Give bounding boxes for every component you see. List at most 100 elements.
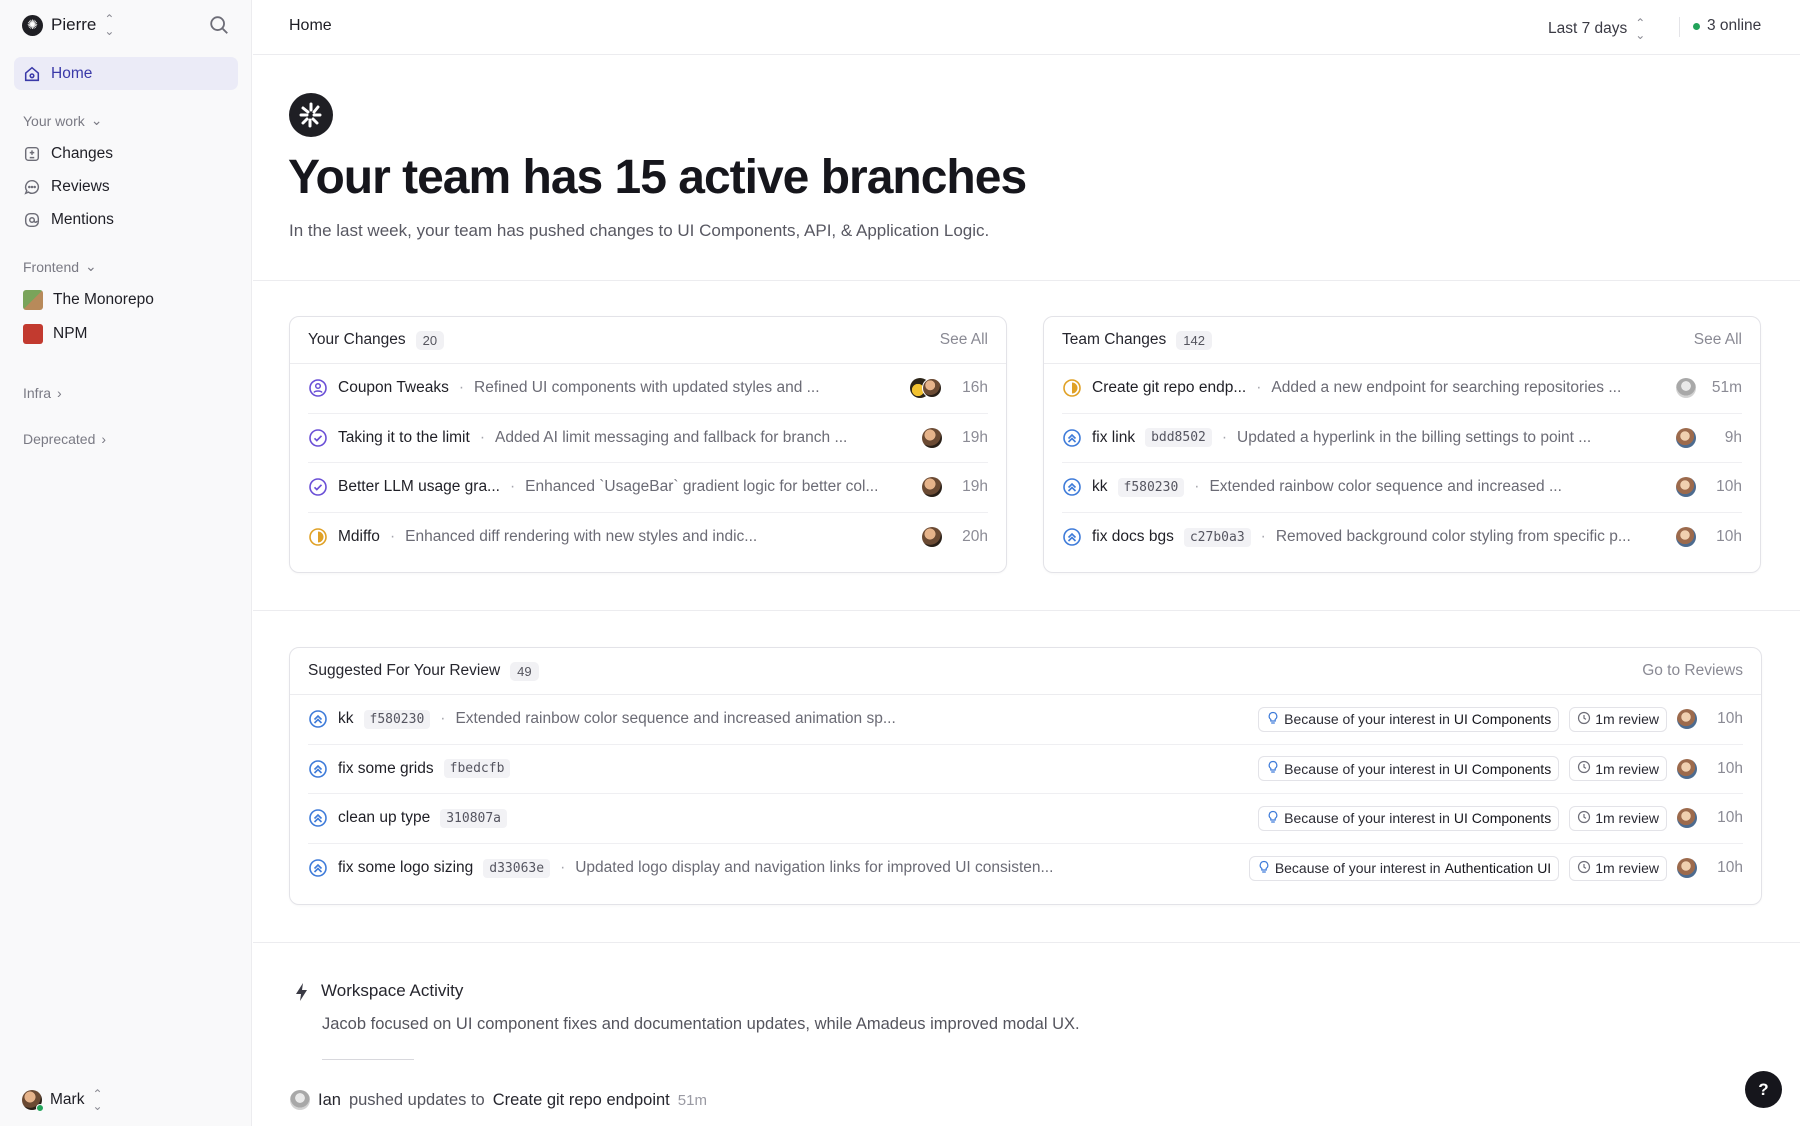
separator-dot-icon: · (479, 428, 485, 446)
chevron-updown-icon: ⌃ ⌄ (1635, 16, 1646, 42)
sidebar-item-mentions[interactable]: Mentions (14, 203, 238, 236)
section-deprecated[interactable]: Deprecated › (23, 431, 106, 447)
breadcrumb: Home (289, 17, 332, 34)
change-row[interactable]: Coupon Tweaks · Refined UI components with… (308, 364, 988, 414)
chevron-right-icon: › (57, 385, 62, 401)
avatar (1677, 758, 1697, 779)
merge-icon (308, 808, 328, 828)
clock-icon (1577, 711, 1591, 728)
interest-tag: Because of your interest in UI Components (1258, 756, 1560, 782)
search-icon[interactable] (208, 14, 230, 36)
user-name: Mark (50, 1091, 85, 1108)
date-range-select[interactable]: Last 7 days ⌃ ⌄ (1548, 17, 1645, 41)
avatar-group (922, 527, 942, 548)
suggested-review-card: Suggested For Your Review 49 Go to Revie… (289, 647, 1762, 905)
lightbulb-icon (1257, 860, 1271, 877)
team-logo-icon (299, 102, 322, 128)
avatar (922, 477, 942, 498)
change-row[interactable]: Taking it to the limit · Added AI limit me… (308, 414, 988, 463)
change-title: fix link (1092, 428, 1136, 446)
change-title: Better LLM usage gra... (338, 478, 500, 496)
avatar (290, 1090, 310, 1110)
section-your-work[interactable]: Your work ⌄ (23, 112, 102, 129)
check-circle-icon (308, 428, 328, 448)
see-all-link[interactable]: See All (940, 331, 988, 349)
activity-event[interactable]: Ian pushed updates to Create git repo en… (290, 1090, 707, 1110)
change-row[interactable]: Better LLM usage gra... · Enhanced `UsageB… (308, 463, 988, 513)
review-row[interactable]: kk f580230 · Extended rainbow color sequenc… (308, 695, 1743, 745)
main-content: Home Last 7 days ⌃ ⌄ 3 online Your team h… (253, 0, 1800, 1126)
change-description: Updated a hyperlink in the billing setti… (1237, 428, 1592, 446)
change-title: fix docs bgs (1092, 528, 1174, 546)
commit-sha: f580230 (1117, 477, 1185, 497)
change-age: 19h (962, 428, 988, 446)
online-count: 3 online (1707, 17, 1762, 34)
see-all-link[interactable]: See All (1694, 331, 1742, 349)
change-title: Taking it to the limit (338, 428, 470, 446)
workspace-logo-icon: ✺ (22, 14, 43, 36)
separator-dot-icon: · (560, 859, 566, 877)
sidebar-item-label: Reviews (51, 177, 110, 195)
activity-title: Workspace Activity (321, 981, 464, 1000)
change-title: fix some logo sizing (338, 859, 474, 877)
sidebar-item-npm[interactable]: NPM (14, 317, 238, 350)
interest-topic: UI Components (1453, 711, 1552, 728)
chevron-updown-icon: ⌃ ⌄ (104, 12, 115, 38)
section-infra[interactable]: Infra › (23, 385, 62, 401)
change-description: Enhanced `UsageBar` gradient logic for b… (525, 478, 879, 496)
top-bar: Home Last 7 days ⌃ ⌄ 3 online (253, 0, 1800, 55)
review-row[interactable]: clean up type 310807a Because of your inte… (308, 794, 1743, 844)
sidebar-item-monorepo[interactable]: The Monorepo (14, 283, 238, 316)
page-subtitle: In the last week, your team has pushed c… (289, 221, 990, 240)
sidebar-item-label: Mentions (51, 210, 114, 228)
change-description: Refined UI components with updated style… (474, 379, 820, 397)
interest-tag: Because of your interest in UI Components (1258, 805, 1560, 831)
change-age: 19h (962, 478, 988, 496)
avatar (22, 1090, 44, 1112)
change-age: 10h (1717, 759, 1743, 777)
change-row[interactable]: fix link bdd8502 · Updated a hyperlink in t… (1062, 414, 1742, 463)
section-label: Infra (23, 385, 52, 401)
user-menu[interactable]: Mark ⌃ ⌄ (22, 1088, 103, 1112)
avatar (1677, 709, 1697, 730)
change-row[interactable]: Mdiffo · Enhanced diff rendering with new … (308, 513, 988, 563)
interest-prefix: Because of your interest in (1284, 810, 1450, 827)
separator-dot-icon: · (1256, 379, 1262, 397)
interest-tag: Because of your interest in Authenticatio… (1248, 855, 1560, 881)
check-circle-icon (308, 477, 328, 497)
help-button[interactable]: ? (1745, 1071, 1782, 1108)
avatar-group (910, 378, 942, 399)
review-time-tag: 1m review (1569, 855, 1667, 881)
change-age: 20h (962, 528, 988, 546)
interest-prefix: Because of your interest in (1284, 711, 1450, 728)
clock-icon (1577, 810, 1591, 827)
change-title: Mdiffo (338, 528, 380, 546)
sidebar-item-reviews[interactable]: Reviews (14, 170, 238, 203)
workspace-switcher[interactable]: ✺ Pierre ⌃ ⌄ (22, 12, 114, 38)
change-title: fix some grids (338, 759, 434, 777)
review-row[interactable]: fix some grids fbedcfb Because of your int… (308, 745, 1743, 794)
change-age: 51m (1711, 379, 1742, 397)
review-requested-icon (308, 378, 328, 398)
your-changes-card: Your Changes 20 See All Coupon Tweaks · Re… (289, 316, 1007, 573)
avatar (922, 427, 942, 448)
divider (253, 280, 1800, 281)
change-row[interactable]: Create git repo endp... · Added a new endp… (1062, 364, 1742, 414)
section-frontend[interactable]: Frontend ⌄ (23, 258, 97, 275)
review-row[interactable]: fix some logo sizing d33063e · Updated logo… (308, 844, 1743, 894)
change-row[interactable]: fix docs bgs c27b0a3 · Removed background c… (1062, 513, 1742, 563)
go-to-reviews-link[interactable]: Go to Reviews (1642, 662, 1743, 680)
home-icon (24, 66, 40, 81)
date-range-label: Last 7 days (1548, 20, 1628, 37)
sidebar-item-changes[interactable]: Changes (14, 137, 238, 170)
event-target-link[interactable]: Create git repo endpoint (493, 1091, 670, 1110)
chevron-right-icon: › (101, 431, 107, 447)
sidebar-item-home[interactable]: Home (14, 57, 238, 90)
change-row[interactable]: kk f580230 · Extended rainbow color sequenc… (1062, 463, 1742, 513)
lightbulb-icon (1266, 711, 1280, 728)
separator-dot-icon: · (389, 528, 396, 546)
merge-icon (308, 709, 328, 729)
merge-icon (1062, 428, 1082, 448)
online-indicator[interactable]: 3 online (1693, 17, 1761, 35)
avatar (922, 378, 942, 399)
